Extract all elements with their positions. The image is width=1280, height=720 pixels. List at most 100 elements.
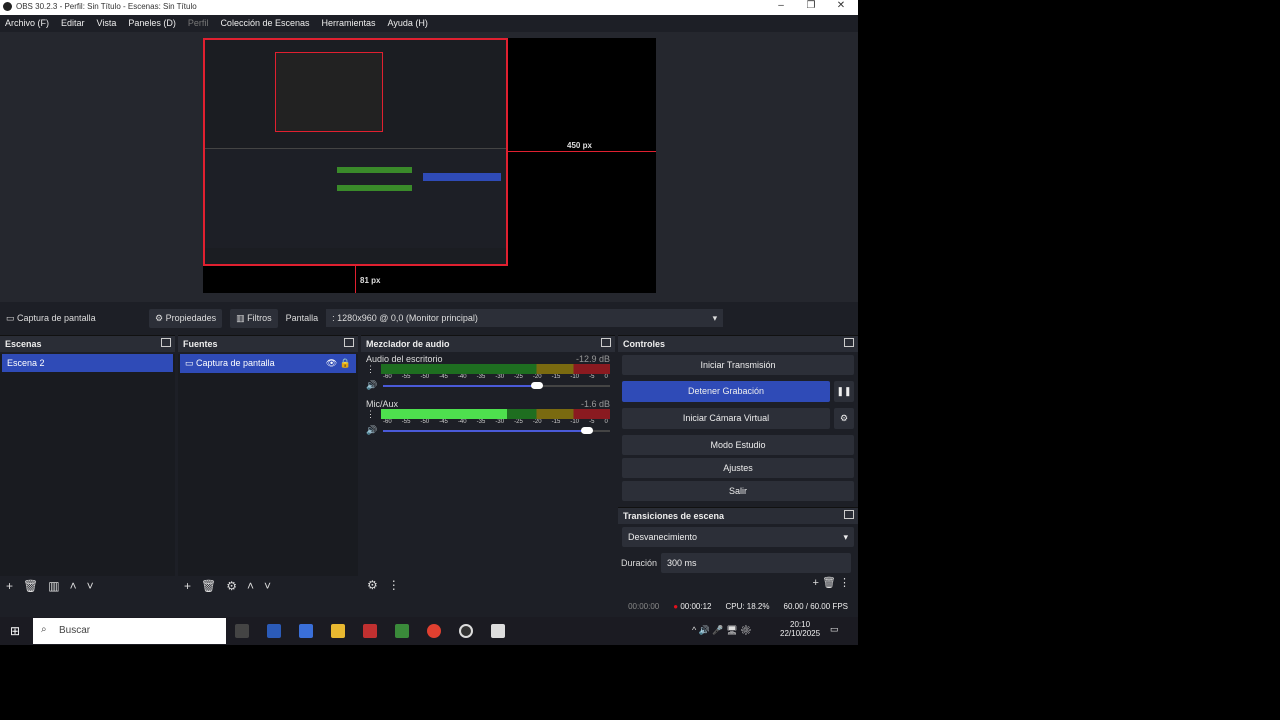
app-icon[interactable] xyxy=(363,624,377,638)
word-icon[interactable] xyxy=(267,624,281,638)
speaker-icon[interactable]: 🔊 xyxy=(366,380,377,391)
notifications-icon[interactable]: ▭ xyxy=(830,624,839,635)
pause-icon[interactable]: ❚❚ xyxy=(834,381,854,402)
window-title: OBS 30.2.3 - Perfil: Sin Título - Escena… xyxy=(16,2,197,11)
sources-dock: Fuentes ▭ Captura de pantalla 👁 🔒 + 🗑 ⚙ ˄ ˅ xyxy=(178,335,358,595)
properties-button[interactable]: ⚙ Propiedades xyxy=(149,308,223,328)
float-icon[interactable] xyxy=(844,338,854,347)
mixer-channel: Audio del escritorio -12.9 dB ⋮ -60 -55 -50-… xyxy=(366,354,610,391)
source-item[interactable]: ▭ Captura de pantalla 👁 🔒 xyxy=(180,354,356,373)
scene-item[interactable]: Escena 2 xyxy=(2,354,173,372)
up-icon[interactable]: ˄ xyxy=(247,579,254,593)
add-icon[interactable]: + xyxy=(6,579,13,593)
stop-recording-button[interactable]: Detener Grabación xyxy=(622,381,830,402)
volume-meter xyxy=(381,409,610,419)
nested-preview xyxy=(275,52,383,132)
menu-paneles[interactable]: Paneles (D) xyxy=(128,18,176,29)
float-icon[interactable] xyxy=(161,338,171,347)
controls-dock: Controles Iniciar Transmisión Detener Gr… xyxy=(618,335,858,503)
minimize-button[interactable]: – xyxy=(766,0,796,15)
start-stream-button[interactable]: Iniciar Transmisión xyxy=(622,355,854,375)
tray-icons[interactable]: ^ 🔊 🎤 🖥 ⚙ xyxy=(692,625,752,636)
down-icon[interactable]: ˅ xyxy=(264,579,271,593)
gear-icon[interactable]: ⚙ xyxy=(367,578,378,592)
current-source: ▭ Captura de pantalla xyxy=(6,312,96,323)
trash-icon[interactable]: 🗑 xyxy=(23,579,38,593)
taskbar-search[interactable]: ⌕ Buscar xyxy=(33,618,226,644)
volume-slider[interactable] xyxy=(383,426,610,434)
gear-icon[interactable]: ⚙ xyxy=(226,579,237,593)
menu-ayuda[interactable]: Ayuda (H) xyxy=(388,18,428,29)
task-view-icon[interactable] xyxy=(235,624,249,638)
scenes-header: Escenas xyxy=(0,336,175,352)
clock[interactable]: 20:10 22/10/2025 xyxy=(780,620,820,638)
meter-ticks: -60 -55 -50 -45 -40 -35 -30 -25 -20 -15 -10 -5 0 xyxy=(383,374,608,380)
rec-time: ● 00:00:12 xyxy=(673,602,712,611)
menu-herramientas[interactable]: Herramientas xyxy=(322,18,376,29)
menu-perfil[interactable]: Perfil xyxy=(188,18,209,29)
filter-icon[interactable]: ▥ xyxy=(48,579,59,593)
obs-icon[interactable] xyxy=(459,624,473,638)
file-explorer-icon[interactable] xyxy=(331,624,345,638)
add-icon[interactable]: + xyxy=(812,577,821,589)
float-icon[interactable] xyxy=(344,338,354,347)
settings-button[interactable]: Ajustes xyxy=(622,458,854,478)
guide-bottom-label: 81 px xyxy=(360,276,381,285)
speaker-icon[interactable]: 🔊 xyxy=(366,425,377,436)
menu-icon[interactable]: ⋮ xyxy=(366,364,375,380)
volume-slider[interactable] xyxy=(383,381,610,389)
app3-icon[interactable] xyxy=(491,624,505,638)
gear-icon[interactable]: ⚙ xyxy=(834,408,854,429)
trash-icon[interactable]: 🗑 xyxy=(822,577,839,589)
menu-icon[interactable]: ⋮ xyxy=(366,409,375,425)
channel-db: -1.6 dB xyxy=(580,399,610,409)
add-icon[interactable]: + xyxy=(184,579,191,593)
studio-mode-button[interactable]: Modo Estudio xyxy=(622,435,854,455)
taskbar: ⊞ ⌕ Buscar ^ 🔊 🎤 🖥 ⚙ 20:10 22/10/2025 ▭ xyxy=(0,617,858,645)
guide-right-label: 450 px xyxy=(567,141,592,150)
trash-icon[interactable]: 🗑 xyxy=(201,579,216,593)
windows-start-icon[interactable]: ⊞ xyxy=(10,624,20,638)
menu-archivo[interactable]: Archivo (F) xyxy=(5,18,49,29)
menu-icon[interactable]: ⋮ xyxy=(388,578,400,592)
menu-coleccion[interactable]: Colección de Escenas xyxy=(220,18,309,29)
transition-select[interactable]: Desvanecimiento ▾ xyxy=(622,527,854,547)
close-button[interactable]: ✕ xyxy=(826,0,856,15)
transitions-dock: Transiciones de escena Desvanecimiento ▾ … xyxy=(618,507,858,595)
restore-button[interactable]: ❐ xyxy=(796,0,826,15)
duration-input[interactable]: 300 ms xyxy=(661,553,851,573)
fps: 60.00 / 60.00 FPS xyxy=(783,602,849,611)
menu-bar: Archivo (F) Editar Vista Paneles (D) Per… xyxy=(0,15,858,32)
meter-ticks: -60 -55 -50 -45 -40 -35 -30 -25 -20 -15 -10 -5 0 xyxy=(383,419,608,425)
channel-name: Mic/Aux xyxy=(366,399,399,409)
channel-db: -12.9 dB xyxy=(575,354,610,364)
source-toolbar: ▭ Captura de pantalla ⚙ Propiedades ▥ Fi… xyxy=(0,305,858,331)
display-select[interactable]: : 1280x960 @ 0,0 (Monitor principal) ▾ xyxy=(326,309,724,327)
record-dot-icon: ● xyxy=(673,602,679,611)
filters-button[interactable]: ▥ Filtros xyxy=(230,308,278,328)
display-label: Pantalla xyxy=(285,313,319,323)
status-bar: 00:00:00 ● 00:00:12 CPU: 18.2% 60.00 / 6… xyxy=(0,598,858,616)
calculator-icon[interactable] xyxy=(299,624,313,638)
menu-icon[interactable]: ⋮ xyxy=(839,577,850,589)
virtual-camera-button[interactable]: Iniciar Cámara Virtual xyxy=(622,408,830,429)
title-bar: OBS 30.2.3 - Perfil: Sin Título - Escena… xyxy=(0,0,858,15)
up-icon[interactable]: ˄ xyxy=(70,579,77,593)
float-icon[interactable] xyxy=(844,510,854,519)
obs-logo-icon xyxy=(3,2,12,11)
eye-icon: 👁 🔒 xyxy=(325,358,351,368)
scenes-dock: Escenas Escena 2 + 🗑 ▥ ˄ ˅ xyxy=(0,335,175,595)
menu-editar[interactable]: Editar xyxy=(61,18,85,29)
menu-vista[interactable]: Vista xyxy=(97,18,117,29)
search-icon: ⌕ xyxy=(41,624,47,635)
chrome-icon[interactable] xyxy=(427,624,441,638)
volume-meter xyxy=(381,364,610,374)
down-icon[interactable]: ˅ xyxy=(87,579,94,593)
cpu-usage: CPU: 18.2% xyxy=(725,602,770,611)
audio-mixer-dock: Mezclador de audio Audio del escritorio -… xyxy=(361,335,615,595)
captured-screen-source[interactable] xyxy=(203,38,508,266)
exit-button[interactable]: Salir xyxy=(622,481,854,501)
float-icon[interactable] xyxy=(601,338,611,347)
app2-icon[interactable] xyxy=(395,624,409,638)
guide-right xyxy=(508,151,656,152)
